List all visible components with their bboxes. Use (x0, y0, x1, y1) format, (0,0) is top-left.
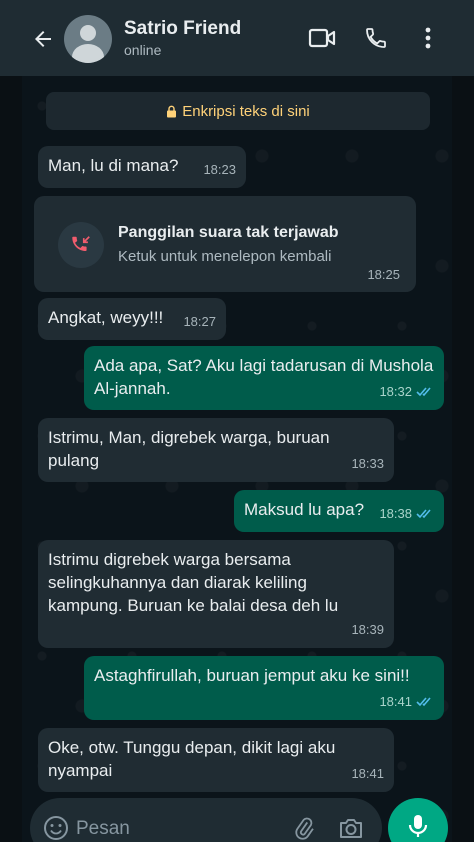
message-incoming[interactable]: Angkat, weyy!!! 18:27 (38, 298, 226, 340)
missed-call-card[interactable]: Panggilan suara tak terjawab Ketuk untuk… (34, 196, 416, 292)
message-text: Astaghfirullah, buruan jemput aku ke sin… (94, 666, 410, 685)
more-options-icon[interactable] (414, 24, 442, 52)
contact-status: online (124, 42, 162, 58)
chat-header: Satrio Friend online (0, 0, 474, 76)
message-incoming[interactable]: Istrimu, Man, digrebek warga, buruan pul… (38, 418, 394, 482)
message-meta: 18:32 (379, 380, 434, 403)
message-text: Man, lu di mana? (48, 156, 179, 175)
contact-name[interactable]: Satrio Friend (124, 18, 241, 40)
message-incoming[interactable]: Oke, otw. Tunggu depan, dikit lagi aku n… (38, 728, 394, 792)
lock-icon (166, 105, 177, 118)
missed-call-title: Panggilan suara tak terjawab (118, 224, 339, 241)
message-meta: 18:38 (379, 502, 434, 525)
attach-icon[interactable] (290, 814, 318, 842)
message-time: 18:41 (351, 766, 384, 781)
camera-icon[interactable] (336, 814, 366, 842)
back-arrow-icon[interactable] (28, 24, 58, 54)
message-outgoing[interactable]: Maksud lu apa? 18:38 (234, 490, 444, 532)
message-incoming[interactable]: Istrimu digrebek warga bersama selingkuh… (38, 540, 394, 648)
message-time: 18:41 (379, 694, 412, 709)
message-time: 18:27 (183, 314, 216, 329)
missed-call-icon (58, 222, 104, 268)
missed-call-time: 18:25 (367, 267, 400, 282)
mic-icon (407, 813, 429, 842)
video-call-icon[interactable] (308, 24, 336, 52)
missed-call-subtitle: Ketuk untuk menelepon kembali (118, 248, 332, 265)
message-time: 18:32 (379, 384, 412, 399)
double-check-icon (416, 696, 434, 707)
message-time: 18:33 (351, 456, 384, 471)
message-time: 18:39 (351, 622, 384, 637)
message-time: 18:23 (203, 162, 236, 177)
double-check-icon (416, 508, 434, 519)
voice-call-icon[interactable] (362, 24, 390, 52)
message-text: Maksud lu apa? (244, 500, 365, 519)
message-meta: 18:41 (379, 690, 434, 713)
message-text: Istrimu, Man, digrebek warga, buruan pul… (48, 428, 330, 470)
double-check-icon (416, 386, 434, 397)
message-text: Istrimu digrebek warga bersama selingkuh… (48, 550, 339, 615)
left-edge (0, 0, 22, 842)
message-time: 18:38 (379, 506, 412, 521)
message-composer (30, 798, 382, 842)
encryption-banner[interactable]: Enkripsi teks di sini (46, 92, 430, 130)
right-edge (452, 0, 474, 842)
message-text: Oke, otw. Tunggu depan, dikit lagi aku n… (48, 738, 336, 780)
message-incoming[interactable]: Man, lu di mana? 18:23 (38, 146, 246, 188)
message-input[interactable] (76, 816, 276, 842)
message-text: Angkat, weyy!!! (48, 308, 164, 327)
avatar[interactable] (64, 15, 112, 63)
emoji-icon[interactable] (42, 814, 70, 842)
encryption-text: Enkripsi teks di sini (182, 102, 310, 120)
message-outgoing[interactable]: Ada apa, Sat? Aku lagi tadarusan di Mush… (84, 346, 444, 410)
message-outgoing[interactable]: Astaghfirullah, buruan jemput aku ke sin… (84, 656, 444, 720)
